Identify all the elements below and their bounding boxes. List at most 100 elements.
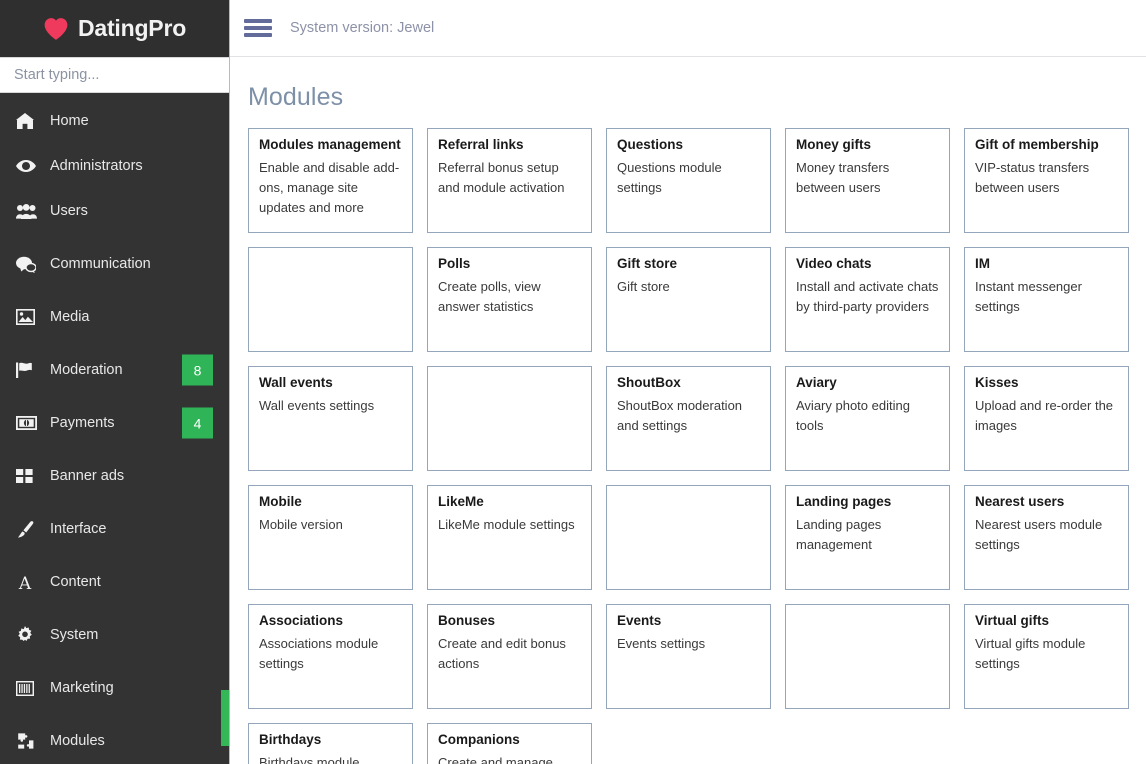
module-card[interactable]: Kisses Upload and re-order the images: [964, 366, 1129, 471]
barcode-icon: [16, 680, 42, 696]
topbar: System version: Jewel: [230, 0, 1146, 57]
sidebar-item-label: Administrators: [50, 157, 143, 174]
module-card-title: Gift store: [617, 256, 678, 271]
module-card[interactable]: [785, 604, 950, 709]
sidebar-item-communication[interactable]: Communication: [0, 246, 229, 282]
flag-icon: [16, 362, 42, 378]
admin-panel: DatingPro Home Administrators: [0, 0, 1146, 764]
module-card[interactable]: Modules management Enable and disable add…: [248, 128, 413, 233]
module-card[interactable]: [427, 366, 592, 471]
module-card[interactable]: Aviary Aviary photo editing tools: [785, 366, 950, 471]
module-card-description: Wall events settings: [259, 398, 375, 414]
module-card-description: Gift store: [617, 279, 670, 295]
sidebar-item-media[interactable]: Media: [0, 299, 229, 335]
module-card[interactable]: Virtual gifts Virtual gifts module settin…: [964, 604, 1129, 709]
module-card[interactable]: Mobile Mobile version: [248, 485, 413, 590]
gear-icon: [16, 626, 42, 644]
module-card-title: Referral links: [438, 137, 524, 152]
brand-name: DatingPro: [77, 15, 187, 41]
status-badge: 8: [182, 354, 213, 386]
grid-squares-icon: [16, 469, 42, 483]
module-card-description: Install and activate chats by third-part…: [796, 279, 939, 315]
module-card[interactable]: Associations Associations module settings: [248, 604, 413, 709]
eye-icon: [16, 159, 42, 173]
home-icon: [16, 113, 42, 129]
module-card-description: Events settings: [617, 636, 706, 652]
sidebar-item-modules[interactable]: Modules: [0, 723, 229, 759]
sidebar-item-moderation[interactable]: Moderation 8: [0, 352, 229, 388]
module-card-description: Create and manage companion ads: [438, 755, 553, 764]
module-card[interactable]: ShoutBox ShoutBox moderation and settings: [606, 366, 771, 471]
module-card-description: Mobile version: [259, 517, 343, 533]
module-card-title: Wall events: [259, 375, 333, 390]
sidebar-item-banner-ads[interactable]: Banner ads: [0, 458, 229, 494]
module-card[interactable]: Landing pages Landing pages management: [785, 485, 950, 590]
sidebar: DatingPro Home Administrators: [0, 0, 230, 764]
module-card[interactable]: Bonuses Create and edit bonus actions: [427, 604, 592, 709]
module-card[interactable]: Questions Questions module settings: [606, 128, 771, 233]
sidebar-item-marketing[interactable]: Marketing: [0, 670, 229, 706]
module-card-title: ShoutBox: [617, 375, 681, 390]
sidebar-item-users[interactable]: Users: [0, 193, 229, 229]
sidebar-scroll-indicator[interactable]: [221, 690, 229, 746]
module-card-title: LikeMe: [438, 494, 484, 509]
status-badge: 4: [182, 407, 213, 439]
sidebar-item-label: Interface: [50, 520, 107, 537]
letter-a-icon: A: [16, 574, 42, 591]
module-card-description: Aviary photo editing tools: [796, 398, 910, 434]
sidebar-item-label: Modules: [50, 732, 105, 749]
module-card[interactable]: IM Instant messenger settings: [964, 247, 1129, 352]
module-card[interactable]: Wall events Wall events settings: [248, 366, 413, 471]
module-card[interactable]: Gift of membership VIP-status transfers b…: [964, 128, 1129, 233]
image-icon: [16, 309, 42, 325]
sidebar-nav: Home Administrators Users Communication: [0, 93, 229, 759]
sidebar-item-label: Banner ads: [50, 467, 125, 484]
module-card-title: Companions: [438, 732, 520, 747]
hamburger-icon[interactable]: [244, 17, 272, 39]
module-card-description: VIP-status transfers between users: [975, 160, 1090, 196]
paint-brush-icon: [16, 520, 42, 538]
module-card-description: Birthdays module settings: [259, 755, 360, 764]
module-card[interactable]: [248, 247, 413, 352]
module-card-title: Polls: [438, 256, 471, 271]
module-card-description: Upload and re-order the images: [975, 398, 1114, 434]
brand-logo[interactable]: DatingPro: [0, 0, 229, 57]
module-card-description: Nearest users module settings: [975, 517, 1103, 553]
module-card-title: Gift of membership: [975, 137, 1099, 152]
module-card[interactable]: Companions Create and manage companion ad…: [427, 723, 592, 764]
sidebar-item-interface[interactable]: Interface: [0, 511, 229, 547]
module-card[interactable]: LikeMe LikeMe module settings: [427, 485, 592, 590]
module-card[interactable]: Birthdays Birthdays module settings: [248, 723, 413, 764]
module-card-description: ShoutBox moderation and settings: [617, 398, 743, 434]
module-card-description: Virtual gifts module settings: [975, 636, 1086, 672]
sidebar-item-payments[interactable]: Payments 4: [0, 405, 229, 441]
module-card-title: Landing pages: [796, 494, 892, 509]
sidebar-item-label: Home: [50, 112, 89, 129]
module-card[interactable]: Events Events settings: [606, 604, 771, 709]
module-card-description: Associations module settings: [259, 636, 379, 672]
module-card-title: Modules management: [259, 137, 401, 152]
heart-icon: [44, 17, 68, 40]
sidebar-item-label: Content: [50, 573, 101, 590]
module-card-title: Questions: [617, 137, 684, 152]
page-title: Modules: [248, 83, 344, 111]
module-card[interactable]: Video chats Install and activate chats by…: [785, 247, 950, 352]
money-icon: [16, 416, 42, 430]
module-card[interactable]: Gift store Gift store: [606, 247, 771, 352]
module-card[interactable]: Money gifts Money transfers between users: [785, 128, 950, 233]
puzzle-piece-icon: [16, 733, 42, 749]
sidebar-item-administrators[interactable]: Administrators: [0, 148, 229, 184]
module-card[interactable]: Referral links Referral bonus setup and m…: [427, 128, 592, 233]
sidebar-search[interactable]: [0, 57, 229, 93]
svg-text:A: A: [18, 574, 32, 591]
sidebar-item-content[interactable]: A Content: [0, 564, 229, 600]
module-card-title: Bonuses: [438, 613, 496, 628]
sidebar-item-home[interactable]: Home: [0, 103, 229, 139]
sidebar-item-system[interactable]: System: [0, 617, 229, 653]
module-card[interactable]: Polls Create polls, view answer statistic…: [427, 247, 592, 352]
module-card-title: Video chats: [796, 256, 872, 271]
module-card[interactable]: [606, 485, 771, 590]
module-card[interactable]: Nearest users Nearest users module settin…: [964, 485, 1129, 590]
search-input[interactable]: [0, 58, 229, 92]
system-version-label: System version: Jewel: [290, 20, 435, 36]
